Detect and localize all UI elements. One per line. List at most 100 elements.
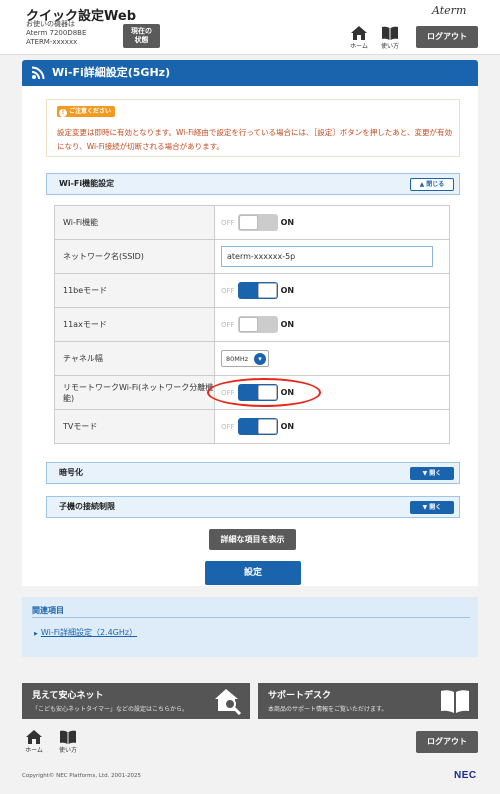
related-link-label: Wi-Fi詳細設定（2.4GHz） [40,628,138,637]
notice-badge: ! ご注意ください [57,106,116,117]
section-wifi-function: Wi-Fi機能設定 ▲ 閉じる [46,173,460,195]
section-access-limit-label: 子機の接続制限 [59,502,115,511]
row-value: OFF ON [214,307,450,342]
book-icon [441,690,469,713]
switch-knob [257,283,277,298]
expand-button[interactable]: ▼ 開く [410,467,454,480]
safety-net-banner[interactable]: 見えて安心ネット 「こども安心ネットタイマー」などの設定はこちらから。 [22,683,250,719]
manual-nav[interactable]: 使い方 [54,730,82,754]
logout-button[interactable]: ログアウト [416,26,478,48]
expand-button-label: 開く [429,504,442,511]
row-label: Wi-Fi機能 [54,205,215,240]
row-label: TVモード [54,409,215,444]
manual-nav[interactable]: 使い方 [376,26,404,50]
current-status-button[interactable]: 現在の 状態 [123,24,160,48]
table-row: Wi-Fi機能 OFF ON [54,205,450,240]
home-icon [26,730,42,744]
device-info: お使いの機器は Aterm 7200D8BE ATERM-xxxxxx [26,20,86,47]
chevron-up-icon: ▲ [419,181,425,188]
switch-track [237,418,278,435]
row-value: OFF ON [214,409,450,444]
switch-off-label: OFF [221,320,235,329]
header: クイック設定Web お使いの機器は Aterm 7200D8BE ATERM-x… [0,0,500,55]
table-row: 11axモード OFF ON [54,307,450,342]
notice-badge-label: ご注意ください [69,108,112,115]
book-icon [60,730,76,744]
footer-nav: ホーム 使い方 ログアウト [0,724,500,759]
home-nav-label: ホーム [25,747,43,754]
home-icon [351,26,367,40]
triangle-right-icon: ▶ [34,631,38,637]
collapse-button[interactable]: ▲ 閉じる [410,178,454,191]
notice-text: 設定変更は即時に有効となります。Wi-Fi経由で設定を行っている場合には、［設定… [57,128,452,151]
submit-button[interactable]: 設定 [205,561,301,585]
ssid-input[interactable] [221,246,433,267]
banner-title: サポートデスク [268,691,332,701]
related-title: 関連項目 [32,606,64,615]
copyright: Copyright© NEC Platforms, Ltd. 2001-2025 [22,773,142,779]
row-value [214,239,450,274]
switch-on-label: ON [280,320,295,329]
row-value: 80MHz ▾ [214,341,450,376]
section-access-limit: 子機の接続制限 ▼ 開く [46,496,460,518]
row-label: 11axモード [54,307,215,342]
switch-off-label: OFF [221,286,235,295]
section-encryption: 暗号化 ▼ 開く [46,462,460,484]
row-label: 11beモード [54,273,215,308]
11be-mode-switch[interactable]: OFF ON [221,282,294,299]
switch-knob [238,317,258,332]
highlight-annotation [207,378,321,407]
table-row: 11beモード OFF ON [54,273,450,308]
chevron-down-icon: ▼ [422,470,428,477]
row-label: チャネル幅 [54,341,215,376]
tv-mode-switch[interactable]: OFF ON [221,418,294,435]
switch-track [237,214,278,231]
device-model: Aterm 7200D8BE [26,29,87,37]
device-info-line: お使いの機器は [26,20,75,28]
chevron-down-icon: ▼ [422,504,428,511]
page-title-bar: Wi-Fi詳細設定(5GHz) [22,60,478,86]
banner-subtitle: 本商品のサポート情報をご覧いただけます。 [268,706,388,713]
house-search-icon [215,689,242,715]
row-value: OFF ON [214,205,450,240]
table-row: TVモード OFF ON [54,409,450,444]
page-title: Wi-Fi詳細設定(5GHz) [52,66,171,79]
row-label: ネットワーク名(SSID) [54,239,215,274]
book-icon [382,26,398,40]
warning-icon: ! [59,109,67,117]
wifi-icon [31,66,45,80]
status-button-label-2: 状態 [134,36,149,44]
home-nav[interactable]: ホーム [20,730,48,754]
table-row: ネットワーク名(SSID) [54,239,450,274]
section-wifi-function-label: Wi-Fi機能設定 [59,179,115,188]
notice-box: ! ご注意ください 設定変更は即時に有効となります。Wi-Fi経由で設定を行ってい… [46,99,460,157]
expand-button-label: 開く [429,470,442,477]
switch-track [237,282,278,299]
wifi-function-switch[interactable]: OFF ON [221,214,294,231]
switch-knob [257,419,277,434]
manual-nav-label: 使い方 [58,747,77,754]
row-label: リモートワークWi-Fi(ネットワーク分離機能) [54,375,215,410]
nec-logo: NEC [454,770,477,781]
settings-table: Wi-Fi機能 OFF ON ネットワーク名(SSID) 11beモード OFF… [54,205,450,444]
switch-off-label: OFF [221,218,235,227]
manual-nav-label: 使い方 [380,43,399,50]
status-button-label-1: 現在の [131,27,152,35]
show-details-button[interactable]: 詳細な項目を表示 [209,529,296,550]
home-nav[interactable]: ホーム [345,26,373,50]
aterm-logo: Aterm [432,4,467,17]
11ax-mode-switch[interactable]: OFF ON [221,316,294,333]
switch-off-label: OFF [221,422,235,431]
related-link-wifi-24ghz[interactable]: ▶ Wi-Fi詳細設定（2.4GHz） [34,627,137,638]
support-desk-banner[interactable]: サポートデスク 本商品のサポート情報をご覧いただけます。 [258,683,478,719]
logout-button[interactable]: ログアウト [416,731,478,753]
table-row: チャネル幅 80MHz ▾ [54,341,450,376]
switch-on-label: ON [280,422,295,431]
select-value: 80MHz [226,354,249,363]
switch-on-label: ON [280,286,295,295]
channel-width-select[interactable]: 80MHz ▾ [221,350,269,367]
expand-button[interactable]: ▼ 開く [410,501,454,514]
banner-title: 見えて安心ネット [32,691,104,701]
chevron-down-icon: ▾ [254,352,266,365]
switch-track [237,316,278,333]
